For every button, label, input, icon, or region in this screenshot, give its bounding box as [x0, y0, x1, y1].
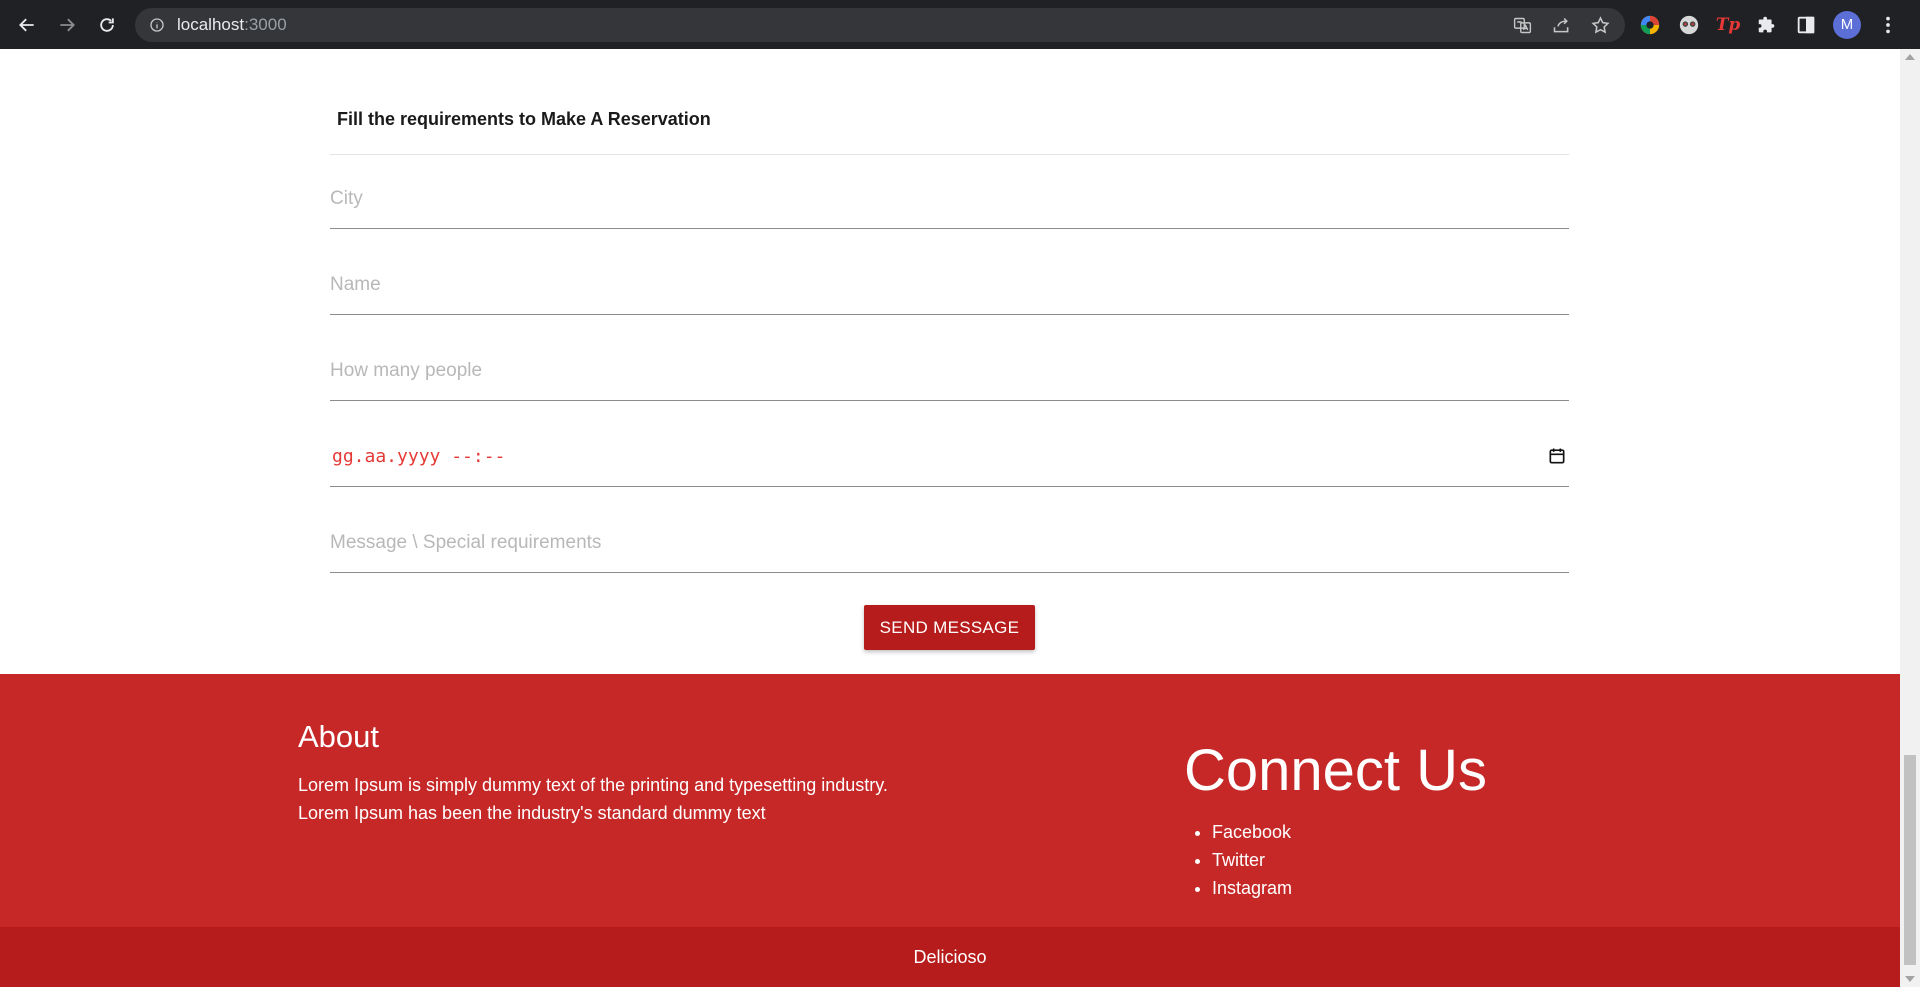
about-line-1: Lorem Ipsum is simply dummy text of the … — [298, 775, 888, 795]
city-field[interactable] — [330, 169, 1569, 229]
send-message-button[interactable]: SEND MESSAGE — [864, 605, 1035, 650]
address-bar-actions — [1512, 8, 1611, 42]
reservation-form-heading: Fill the requirements to Make A Reservat… — [337, 109, 711, 129]
reload-icon — [100, 17, 114, 32]
about-text: Lorem Ipsum is simply dummy text of the … — [298, 771, 978, 827]
datetime-input[interactable]: gg.aa.yyyy --:-- — [330, 446, 505, 467]
scroll-down-arrow-icon[interactable] — [1905, 976, 1915, 982]
kebab-menu-icon — [1886, 16, 1890, 33]
tp-extension-icon: Tp — [1715, 14, 1741, 35]
people-input[interactable] — [330, 359, 1569, 382]
scroll-thumb[interactable] — [1904, 755, 1916, 965]
brand-name: Delicioso — [913, 946, 987, 967]
people-field[interactable] — [330, 341, 1569, 401]
about-line-2: Lorem Ipsum has been the industry's stan… — [298, 803, 766, 823]
calendar-icon[interactable] — [1547, 446, 1567, 466]
heading-divider — [330, 154, 1569, 155]
browser-toolbar: localhost:3000 Tp M — [0, 0, 1920, 49]
message-input[interactable] — [330, 531, 1569, 554]
scroll-up-arrow-icon[interactable] — [1905, 54, 1915, 60]
about-title: About — [298, 719, 380, 754]
connect-title: Connect Us — [1184, 738, 1488, 803]
page-scrollbar[interactable] — [1900, 49, 1920, 987]
social-link-twitter[interactable]: Twitter — [1212, 846, 1292, 874]
address-bar[interactable]: localhost:3000 — [135, 8, 1625, 42]
forward-button[interactable] — [47, 5, 87, 45]
extension-tp[interactable]: Tp — [1715, 13, 1741, 37]
side-panel-button[interactable] — [1794, 13, 1818, 37]
social-link-facebook[interactable]: Facebook — [1212, 818, 1292, 846]
url-host: localhost — [177, 15, 245, 34]
message-field[interactable] — [330, 513, 1569, 573]
name-field[interactable] — [330, 255, 1569, 315]
city-input[interactable] — [330, 187, 1569, 210]
back-button[interactable] — [7, 5, 47, 45]
site-info-icon[interactable] — [149, 17, 165, 33]
extensions-bar: Tp M — [1638, 0, 1900, 49]
site-footer: About Lorem Ipsum is simply dummy text o… — [0, 674, 1900, 927]
back-arrow-icon — [19, 18, 34, 31]
browser-menu-button[interactable] — [1876, 13, 1900, 37]
url-port: :3000 — [244, 15, 287, 34]
name-input[interactable] — [330, 273, 1569, 296]
extensions-menu-button[interactable] — [1755, 13, 1779, 37]
translate-icon[interactable] — [1512, 15, 1533, 36]
extension-colorful[interactable] — [1638, 13, 1662, 37]
datetime-field[interactable]: gg.aa.yyyy --:-- — [330, 427, 1569, 487]
profile-avatar[interactable]: M — [1833, 10, 1861, 39]
bookmark-star-icon[interactable] — [1590, 15, 1611, 36]
mask-extension-icon — [1679, 15, 1699, 34]
forward-arrow-icon — [60, 18, 75, 31]
social-links: Facebook Twitter Instagram — [1212, 818, 1292, 902]
colorful-extension-icon — [1640, 15, 1660, 34]
puzzle-icon — [1758, 16, 1775, 32]
footer-bottom-bar: Delicioso — [0, 927, 1900, 987]
side-panel-icon — [1797, 16, 1815, 33]
reload-button[interactable] — [87, 5, 127, 45]
social-link-instagram[interactable]: Instagram — [1212, 874, 1292, 902]
share-icon[interactable] — [1551, 15, 1572, 36]
page-viewport: Fill the requirements to Make A Reservat… — [0, 49, 1900, 987]
extension-mask[interactable] — [1677, 13, 1701, 37]
